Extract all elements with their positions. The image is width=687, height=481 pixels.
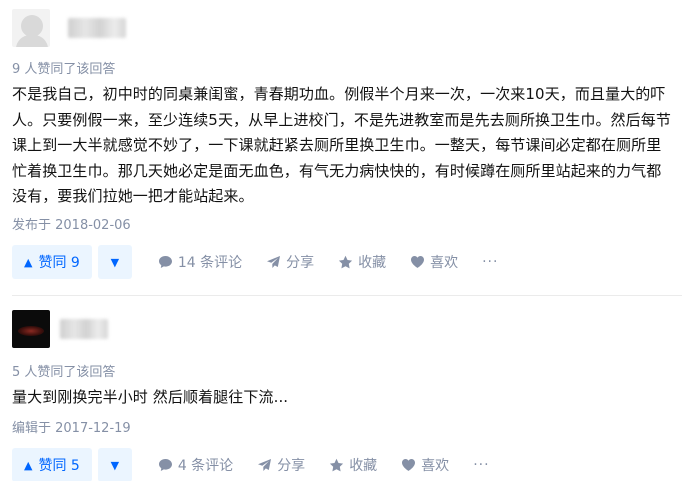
answer-item: 9 人赞同了该回答 不是我自己，初中时的同桌兼闺蜜，青春期功血。例假半个月来一次… [0, 0, 687, 296]
author-info [12, 8, 126, 48]
avatar-head-shape [21, 15, 43, 37]
vote-up-label: 赞同 9 [38, 255, 80, 271]
content-line: 量大到刚换完半小时 然后顺着腿往下流... [12, 388, 289, 406]
star-icon [330, 458, 344, 472]
publish-time[interactable]: 发布于 2018-02-06 [12, 214, 131, 233]
down-triangle-icon: ▼ [110, 255, 120, 269]
answer-content: 量大到刚换完半小时 然后顺着腿往下流... [12, 385, 672, 411]
share-icon [258, 459, 272, 471]
content-line: 忙着换卫生巾。那几天她必定是面无血色，有气无力病快快的，有时候蹲在厕所里站起来的… [12, 161, 662, 180]
share-button[interactable]: 分享 [266, 252, 314, 272]
down-triangle-icon: ▼ [110, 458, 120, 472]
share-icon [267, 256, 281, 268]
author-name-blurred[interactable] [60, 319, 108, 339]
answer-divider [12, 295, 682, 296]
avatar-body-shape [16, 35, 48, 47]
like-button[interactable]: 喜欢 [401, 455, 449, 475]
answer-item: 5 人赞同了该回答 量大到刚换完半小时 然后顺着腿往下流... 编辑于 2017… [0, 297, 687, 481]
action-bar: ▲ 赞同 5 ▼ 4 条评论 分享 收藏 喜欢 ··· [12, 448, 490, 481]
author-info [12, 309, 108, 349]
comment-icon [158, 256, 172, 268]
collect-label: 收藏 [358, 255, 387, 271]
collect-label: 收藏 [349, 458, 378, 474]
vote-up-button[interactable]: ▲ 赞同 9 [12, 245, 92, 279]
content-line: 不是我自己，初中时的同桌兼闺蜜，青春期功血。例假半个月来一次，一次来10天，而且… [12, 85, 666, 103]
comment-icon [158, 459, 172, 471]
share-label: 分享 [277, 458, 306, 474]
comment-label: 14 条评论 [177, 255, 243, 271]
comment-label: 4 条评论 [177, 458, 234, 474]
share-label: 分享 [286, 255, 315, 271]
like-label: 喜欢 [421, 458, 450, 474]
heart-icon [411, 256, 425, 268]
share-button[interactable]: 分享 [257, 455, 305, 475]
comment-button[interactable]: 4 条评论 [158, 455, 233, 475]
comment-button[interactable]: 14 条评论 [158, 252, 242, 272]
collect-button[interactable]: 收藏 [338, 252, 386, 272]
content-line: 人。只要例假一来，至少连续5天，从早上进校门，不是先进教室而是先去厕所换卫生巾。… [12, 110, 671, 129]
like-label: 喜欢 [430, 255, 459, 271]
voters-count: 9 人赞同了该回答 [12, 62, 116, 77]
up-triangle-icon: ▲ [24, 458, 33, 472]
vote-down-button[interactable]: ▼ [97, 448, 132, 481]
content-line: 课上到一大半就感觉不妙了，一下课就赶紧去厕所里换卫生巾。一整天，每节课间必定都在… [12, 136, 662, 154]
more-icon[interactable]: ··· [473, 457, 489, 473]
collect-button[interactable]: 收藏 [329, 455, 377, 475]
up-triangle-icon: ▲ [24, 255, 33, 269]
more-icon[interactable]: ··· [482, 254, 498, 270]
author-name-blurred[interactable] [68, 18, 126, 38]
action-bar: ▲ 赞同 9 ▼ 14 条评论 分享 收藏 喜欢 ··· [12, 245, 498, 279]
heart-icon [402, 459, 416, 471]
content-line: 没有，要我们拉她一把才能站起来。 [12, 187, 254, 205]
vote-up-button[interactable]: ▲ 赞同 5 [12, 448, 92, 481]
edit-time[interactable]: 编辑于 2017-12-19 [12, 417, 131, 436]
avatar[interactable] [12, 9, 50, 47]
avatar[interactable] [12, 310, 50, 348]
answer-content: 不是我自己，初中时的同桌兼闺蜜，青春期功血。例假半个月来一次，一次来10天，而且… [12, 82, 672, 210]
like-button[interactable]: 喜欢 [410, 252, 458, 272]
voters-count: 5 人赞同了该回答 [12, 365, 116, 380]
star-icon [338, 255, 353, 269]
vote-up-label: 赞同 5 [38, 458, 80, 474]
avatar-image-shape [18, 326, 44, 336]
vote-down-button[interactable]: ▼ [97, 245, 132, 279]
